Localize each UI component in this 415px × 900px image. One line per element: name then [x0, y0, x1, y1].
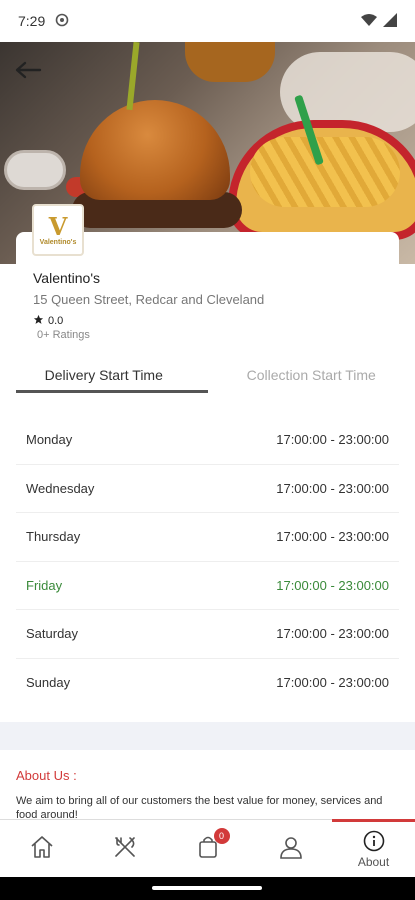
- status-bar: 7:29: [0, 0, 415, 42]
- wifi-icon: [361, 13, 377, 30]
- fork-knife-icon: [112, 834, 138, 863]
- day-label: Thursday: [26, 529, 81, 545]
- time-range: 17:00:00 - 23:00:00: [276, 577, 389, 593]
- logo-text: Valentino's: [39, 238, 77, 246]
- time-range: 17:00:00 - 23:00:00: [276, 432, 389, 448]
- day-label: Wednesday: [26, 480, 95, 496]
- list-item-today: Friday 17:00:00 - 23:00:00: [16, 562, 399, 610]
- day-label: Sunday: [26, 675, 71, 691]
- info-icon: [363, 830, 385, 855]
- list-item: Thursday 17:00:00 - 23:00:00: [16, 513, 399, 562]
- about-title: About Us :: [16, 768, 77, 783]
- arrow-left-icon: [14, 60, 42, 85]
- nav-menu[interactable]: [83, 820, 166, 877]
- rating: 0.0: [33, 314, 63, 328]
- nav-about-label: About: [357, 855, 390, 869]
- time-range: 17:00:00 - 23:00:00: [276, 529, 389, 545]
- restaurant-logo: V Valentino's: [32, 204, 84, 256]
- section-divider: [0, 722, 415, 750]
- logo-letter: V: [48, 211, 68, 241]
- time-range: 17:00:00 - 23:00:00: [276, 626, 389, 642]
- rating-value: 0.0: [48, 315, 64, 327]
- cart-count-badge: 0: [213, 828, 230, 844]
- home-gesture-handle[interactable]: [152, 886, 262, 890]
- nav-home[interactable]: [0, 820, 83, 877]
- ratings-count: 0+ Ratings: [37, 329, 90, 341]
- nav-about[interactable]: About: [332, 819, 415, 877]
- about-text: We aim to bring all of our customers the…: [16, 795, 383, 818]
- restaurant-address: 15 Queen Street, Redcar and Cleveland: [33, 292, 265, 307]
- notification-icon: [55, 13, 69, 30]
- list-item: Saturday 17:00:00 - 23:00:00: [16, 610, 399, 659]
- user-icon: [278, 834, 304, 863]
- nav-cart[interactable]: 0: [166, 820, 249, 877]
- active-tab-indicator: [16, 390, 208, 393]
- time-range: 17:00:00 - 23:00:00: [276, 675, 389, 691]
- day-label: Monday: [26, 432, 73, 448]
- signal-icon: [383, 12, 397, 30]
- status-time: 7:29: [18, 13, 46, 29]
- system-navigation-bar: [0, 877, 415, 900]
- restaurant-name: Valentino's: [33, 270, 101, 286]
- bottom-navigation: 0 About: [0, 819, 415, 877]
- list-item: Monday 17:00:00 - 23:00:00: [16, 416, 399, 465]
- back-button[interactable]: [12, 58, 44, 86]
- opening-hours-list: Monday 17:00:00 - 23:00:00 Wednesday 17:…: [16, 416, 399, 707]
- star-icon: [33, 314, 44, 328]
- time-range: 17:00:00 - 23:00:00: [276, 480, 389, 496]
- list-item: Wednesday 17:00:00 - 23:00:00: [16, 465, 399, 513]
- list-item: Sunday 17:00:00 - 23:00:00: [16, 659, 399, 708]
- nav-profile[interactable]: [249, 820, 332, 877]
- day-label: Friday: [26, 577, 63, 593]
- home-icon: [29, 834, 55, 863]
- tab-collection-start-time[interactable]: Collection Start Time: [208, 352, 415, 398]
- day-label: Saturday: [26, 626, 79, 642]
